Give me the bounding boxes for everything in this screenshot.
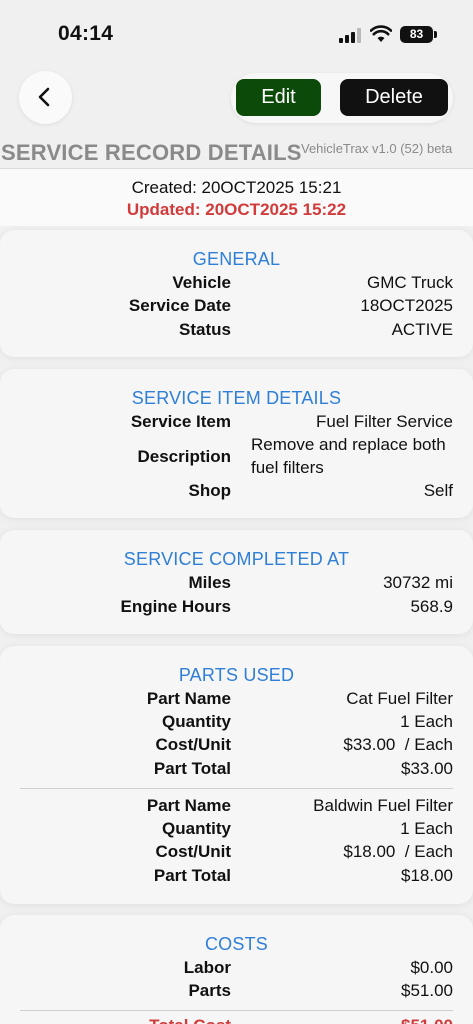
total-cost-value: $51.00 <box>401 1016 453 1024</box>
completed-at-title: SERVICE COMPLETED AT <box>123 549 350 569</box>
cost-unit-label: Cost/Unit <box>155 842 231 861</box>
parts-cost-label: Parts <box>188 981 231 1000</box>
status-value: ACTIVE <box>391 320 453 339</box>
total-cost-label: Total Cost <box>0 1016 231 1024</box>
vehicle-value: GMC Truck <box>367 273 453 292</box>
costs-title: COSTS <box>204 934 268 954</box>
wifi-icon <box>370 25 392 42</box>
service-record-screen: 04:14 83 Edit Delete SERVICE RECORD DETA… <box>0 0 473 1024</box>
part-name-value: Baldwin Fuel Filter <box>313 796 453 815</box>
service-date-label: Service Date <box>128 296 231 315</box>
created-timestamp: Created: 20OCT2025 15:21 <box>131 178 342 197</box>
page-title: SERVICE RECORD DETAILS <box>1 140 302 165</box>
part-total-value: $33.00 <box>401 759 453 778</box>
edit-button[interactable]: Edit <box>236 79 321 116</box>
description-value: Remove and replace both fuel filters <box>251 435 446 477</box>
app-version: VehicleTrax v1.0 (52) beta <box>301 141 453 156</box>
miles-value: 30732 mi <box>383 573 453 592</box>
engine-hours-label: Engine Hours <box>120 597 231 616</box>
miles-label: Miles <box>188 573 231 592</box>
part-total-label: Part Total <box>153 866 231 885</box>
part-name-label: Part Name <box>146 689 231 708</box>
part-total-label: Part Total <box>153 759 231 778</box>
parts-cost-value: $51.00 <box>401 981 453 1000</box>
general-title: GENERAL <box>192 249 281 269</box>
service-date-value: 18OCT2025 <box>360 296 453 315</box>
service-item-label: Service Item <box>130 412 231 431</box>
description-label: Description <box>137 447 231 466</box>
updated-timestamp: Updated: 20OCT2025 15:22 <box>126 200 347 219</box>
status-time: 04:14 <box>58 22 114 45</box>
part-total-value: $18.00 <box>401 866 453 885</box>
cellular-signal-icon <box>339 28 361 43</box>
battery-icon: 83 <box>400 26 437 43</box>
chevron-left-icon <box>38 87 50 107</box>
service-item-title: SERVICE ITEM DETAILS <box>131 388 342 408</box>
shop-label: Shop <box>188 481 232 500</box>
part-name-value: Cat Fuel Filter <box>346 689 453 708</box>
service-item-value: Fuel Filter Service <box>316 412 453 431</box>
battery-level: 83 <box>409 27 424 41</box>
shop-value: Self <box>423 481 453 500</box>
back-button[interactable] <box>19 71 72 124</box>
costs-divider <box>20 1010 453 1011</box>
vehicle-label: Vehicle <box>172 273 231 292</box>
part-name-label: Part Name <box>146 796 231 815</box>
cost-unit-value: $18.00 / Each <box>343 842 453 861</box>
parts-title: PARTS USED <box>178 665 295 685</box>
quantity-label: Quantity <box>162 712 231 731</box>
parts-divider <box>20 788 453 789</box>
quantity-value: 1 Each <box>400 712 453 731</box>
labor-label: Labor <box>183 958 231 977</box>
labor-value: $0.00 <box>410 958 453 977</box>
cost-unit-label: Cost/Unit <box>155 735 231 754</box>
status-label: Status <box>179 320 231 339</box>
cost-unit-value: $33.00 / Each <box>343 735 453 754</box>
delete-button[interactable]: Delete <box>340 79 448 116</box>
quantity-label: Quantity <box>162 819 231 838</box>
status-bar: 04:14 83 <box>0 0 473 66</box>
engine-hours-value: 568.9 <box>410 597 453 616</box>
quantity-value: 1 Each <box>400 819 453 838</box>
